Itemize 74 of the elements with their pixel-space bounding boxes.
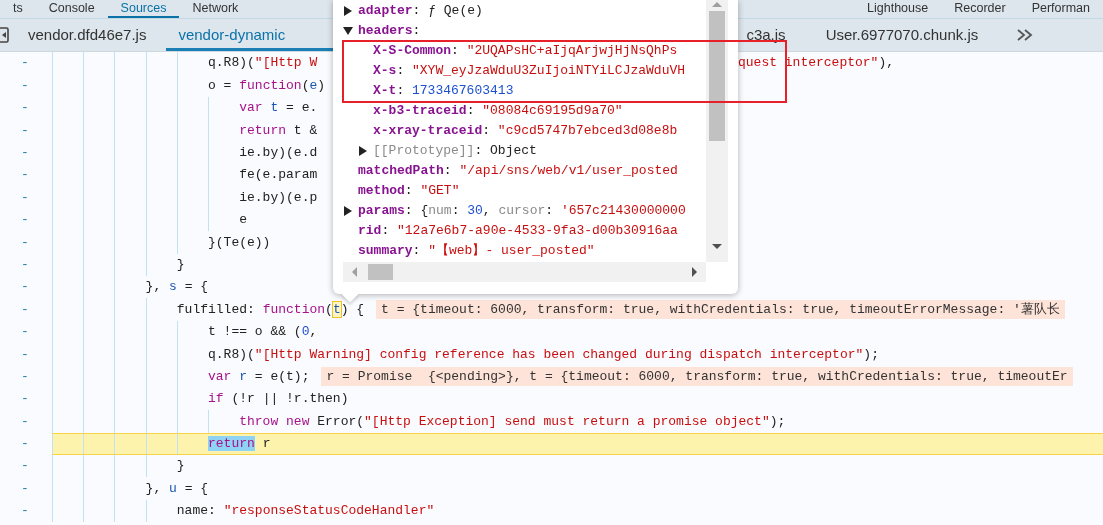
gutter-mark: - <box>20 188 30 207</box>
code-text: var r = e(t); <box>208 367 310 386</box>
gutter-mark: - <box>20 345 30 364</box>
expand-arrow-icon[interactable] <box>343 6 353 16</box>
horizontal-scrollbar[interactable] <box>343 262 706 282</box>
gutter-mark: - <box>20 412 30 431</box>
property-text: rid: "12a7e6b7-a90e-4533-9fa3-d00b30916aa <box>358 222 678 241</box>
panel-tab[interactable]: Recorder <box>941 0 1019 18</box>
code-text: fulfilled: function(t) { <box>176 300 365 319</box>
property-text: X-S-Common: "2UQAPsHC+aIjqArjwjHjNsQhPs <box>373 42 678 61</box>
code-text: quest interceptor"), <box>738 54 895 73</box>
code-text: name: "responseStatusCodeHandler" <box>176 502 435 521</box>
property-text: method: "GET" <box>358 182 460 201</box>
panel-tab[interactable]: Performan <box>1018 0 1103 18</box>
gutter-mark: - <box>20 300 30 319</box>
panel-tab[interactable]: Network <box>179 0 252 18</box>
file-tab[interactable]: vendor.dfd46e7.js <box>20 19 167 51</box>
code-text: q.R8)("[Http W <box>208 54 318 73</box>
gutter-mark: - <box>20 502 30 521</box>
gutter-mark: - <box>20 54 30 73</box>
gutter-mark: - <box>20 367 30 386</box>
code-text: }(Te(e)) <box>208 233 271 252</box>
code-text: ie.by)(e.d <box>239 144 318 162</box>
expand-arrow-icon[interactable] <box>358 146 368 156</box>
property-text: x-b3-traceid: "08084c69195d9a70" <box>373 102 623 121</box>
property-text: X-s: "XYW_eyJzaWduU3ZuIjoiNTYiLCJzaWduVH <box>373 62 686 81</box>
code-text: var t = e. <box>239 99 318 118</box>
property-text: X-t: 1733467603413 <box>373 82 514 101</box>
property-text: headers: <box>358 22 421 41</box>
file-tab[interactable]: User.6977070.chunk.js <box>805 19 999 51</box>
property-text: summary: "【web】- user_posted" <box>358 242 595 261</box>
gutter-mark: - <box>20 390 30 409</box>
gutter-mark: - <box>20 435 30 454</box>
code-text: q.R8)("[Http Warning] config reference has been changed during dispatch interceptor"); <box>208 345 879 364</box>
gutter-mark: - <box>20 166 30 185</box>
gutter-mark: - <box>20 323 30 342</box>
code-text: } <box>176 457 185 476</box>
inline-value: r = Promise {<pending>}, t = {timeout: 6000, transform: true, withCredentials: true, timeoutEr <box>321 366 1073 387</box>
code-text: return r <box>208 435 271 454</box>
panel-tab[interactable]: Console <box>35 0 108 18</box>
gutter-mark: - <box>20 76 30 95</box>
gutter-mark: - <box>20 99 30 118</box>
code-text: o = function(e) <box>208 76 326 95</box>
sidebar-toggle-icon[interactable] <box>0 26 10 44</box>
gutter-mark: - <box>20 457 30 476</box>
code-text: e <box>239 211 248 230</box>
code-text: if (!r || !r.then) <box>208 390 349 409</box>
gutter-mark: - <box>20 278 30 297</box>
gutter-mark: - <box>20 211 30 230</box>
property-text: params: {num: 30, cursor: '657c21430000000 <box>358 202 686 221</box>
code-text: t !== o && (0, <box>208 323 318 342</box>
panel-tab[interactable]: Lighthouse <box>854 0 942 18</box>
property-text: matchedPath: "/api/sns/web/v1/user_posted <box>358 162 678 181</box>
code-text: fe(e.param <box>239 166 318 185</box>
gutter-mark: - <box>20 479 30 498</box>
collapse-arrow-icon[interactable] <box>343 26 353 36</box>
vertical-scrollbar[interactable] <box>706 0 728 262</box>
code-text: throw new Error("[Http Exception] send must return a promise object"); <box>239 412 786 431</box>
code-text: }, u = { <box>145 479 209 498</box>
gutter-mark: - <box>20 144 30 162</box>
inline-value: t = {timeout: 6000, transform: true, withCredentials: true, timeoutErrorMessage: '薯队长 <box>376 299 1065 320</box>
code-text: return t & <box>239 121 318 140</box>
more-tabs-icon[interactable] <box>1016 28 1035 42</box>
code-text: ie.by)(e.p <box>239 188 318 207</box>
property-text: x-xray-traceid: "c9cd5747b7ebced3d08e8b <box>373 122 678 141</box>
code-text: }, s = { <box>145 278 209 297</box>
property-text: adapter: ƒ Qe(e) <box>358 2 483 21</box>
gutter-mark: - <box>20 233 30 252</box>
panel-tab[interactable]: ts <box>0 0 36 18</box>
gutter-mark: - <box>20 121 30 140</box>
gutter-mark: - <box>20 255 30 274</box>
expand-arrow-icon[interactable] <box>343 206 353 216</box>
code-text: } <box>176 255 185 274</box>
property-text: [[Prototype]]: Object <box>373 142 537 161</box>
